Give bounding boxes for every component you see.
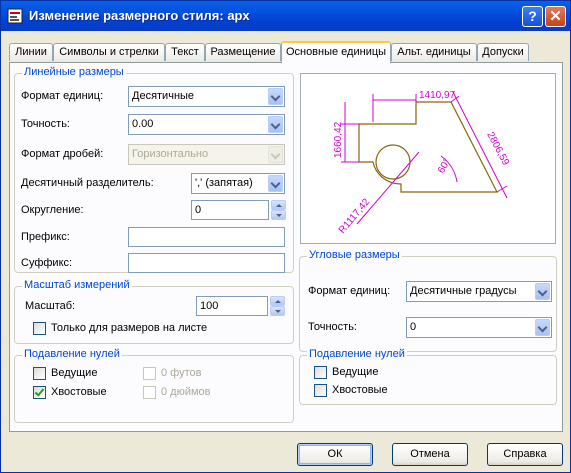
title-bar[interactable]: Изменение размерного стиля: арх ? ✕ [1,1,570,31]
trailing-zero-label: Хвостовые [51,386,107,398]
precision-label: Точность: [21,118,70,130]
cancel-button[interactable]: Отмена [392,443,468,466]
suffix-label: Суффикс: [21,257,73,269]
zero-feet-checkbox [143,367,156,380]
angular-leading-zero-label: Ведущие [332,366,379,378]
tab-symbols-arrows[interactable]: Символы и стрелки [53,43,165,61]
fraction-format-label: Формат дробей: [21,148,104,160]
scale-group: Масштаб измерений Масштаб: 100 Только дл… [14,279,294,344]
decimal-separator-combo[interactable]: ',' (запятая) [191,173,285,194]
angular-trailing-zero-label: Хвостовые [332,384,388,396]
tab-lines[interactable]: Линии [9,43,53,61]
dim-line-radius [356,151,420,225]
unit-format-label: Формат единиц: [21,90,104,102]
zero-inches-label: 0 дюймов [161,386,211,398]
layout-only-label: Только для размеров на листе [51,322,208,334]
zero-suppression-linear-group: Подавление нулей Ведущие Хвостовые 0 фут… [14,348,294,423]
close-button[interactable]: ✕ [545,6,566,27]
angular-format-combo[interactable]: Десятичные градусы [406,281,552,302]
spin-up-icon[interactable] [270,296,285,306]
fraction-format-value: Горизонтально [132,148,209,160]
round-off-spinner[interactable] [271,200,286,220]
chevron-down-icon[interactable] [268,175,283,192]
decimal-separator-label: Десятичный разделитель: [21,177,154,189]
help-button[interactable]: Справка [487,443,563,466]
chevron-down-icon[interactable] [535,319,550,336]
tab-tolerances[interactable]: Допуски [477,43,529,61]
spin-down-icon[interactable] [271,210,286,220]
angular-precision-label: Точность: [308,321,357,333]
suffix-input[interactable] [128,253,285,273]
zero-inches-checkbox [143,386,156,399]
ok-button[interactable]: ОК [297,443,373,466]
angular-leading-zero-checkbox[interactable] [314,366,327,379]
angular-format-label: Формат единиц: [308,285,391,297]
unit-format-value: Десятичные [132,90,195,102]
precision-combo[interactable]: 0.00 [128,114,285,135]
zero-suppression-linear-legend: Подавление нулей [22,348,122,360]
layout-only-checkbox[interactable] [33,322,46,335]
unit-format-combo[interactable]: Десятичные [128,86,285,107]
zero-feet-label: 0 футов [161,367,202,379]
dialog-window: Изменение размерного стиля: арх ? ✕ Лини… [0,0,571,473]
fraction-format-combo: Горизонтально [128,144,285,165]
scale-legend: Масштаб измерений [22,279,132,291]
dimension-preview-drawing: 1410,97 1660,42 2806,59 60° R1117,42 [333,90,511,236]
angular-legend: Угловые размеры [307,249,402,261]
angular-trailing-zero-checkbox[interactable] [314,384,327,397]
tab-alternate-units[interactable]: Альт. единицы [391,43,477,61]
dim-label-radius: R1117,42 [337,196,373,235]
angular-format-value: Десятичные градусы [410,285,517,297]
prefix-label: Префикс: [21,231,70,243]
scale-factor-label: Масштаб: [25,300,76,312]
leading-zero-checkbox[interactable] [33,367,46,380]
preview-shape [358,101,498,193]
tab-fit[interactable]: Размещение [205,43,281,61]
scale-factor-value: 100 [200,300,219,312]
chevron-down-icon[interactable] [268,116,283,133]
window-title: Изменение размерного стиля: арх [29,8,250,23]
linear-group: Линейные размеры Формат единиц: Десятичн… [14,66,294,273]
trailing-zero-checkbox[interactable] [33,386,46,399]
chevron-down-icon[interactable] [268,88,283,105]
linear-legend: Линейные размеры [22,66,126,78]
decimal-separator-value: ',' (запятая) [195,177,253,189]
angular-precision-combo[interactable]: 0 [406,317,552,338]
scale-factor-input[interactable]: 100 [196,296,268,316]
leading-zero-label: Ведущие [51,367,98,379]
prefix-input[interactable] [128,227,285,247]
round-off-label: Округление: [21,204,84,216]
zero-suppression-angular-group: Подавление нулей Ведущие Хвостовые [299,348,557,405]
chevron-down-icon[interactable] [535,283,550,300]
tab-primary-units[interactable]: Основные единицы [281,41,391,63]
dim-label-angle: 60° [436,157,453,176]
chevron-down-icon [268,146,283,163]
spin-down-icon[interactable] [270,306,285,316]
round-off-value: 0 [195,204,202,216]
app-icon [7,8,23,24]
dim-label-top: 1410,97 [419,90,456,101]
tab-text[interactable]: Текст [165,43,205,61]
scale-factor-spinner[interactable] [270,296,285,316]
precision-value: 0.00 [132,118,154,130]
angular-group: Угловые размеры Формат единиц: Десятичны… [299,249,557,352]
angular-precision-value: 0 [410,321,417,333]
zero-suppression-angular-legend: Подавление нулей [307,348,407,360]
preview-pane: 1410,97 1660,42 2806,59 60° R1117,42 [300,73,556,244]
dim-label-left: 1660,42 [333,121,344,158]
help-title-button[interactable]: ? [522,6,543,27]
spin-up-icon[interactable] [271,200,286,210]
round-off-input[interactable]: 0 [191,200,269,220]
tab-panel: Линейные размеры Формат единиц: Десятичн… [9,62,563,432]
